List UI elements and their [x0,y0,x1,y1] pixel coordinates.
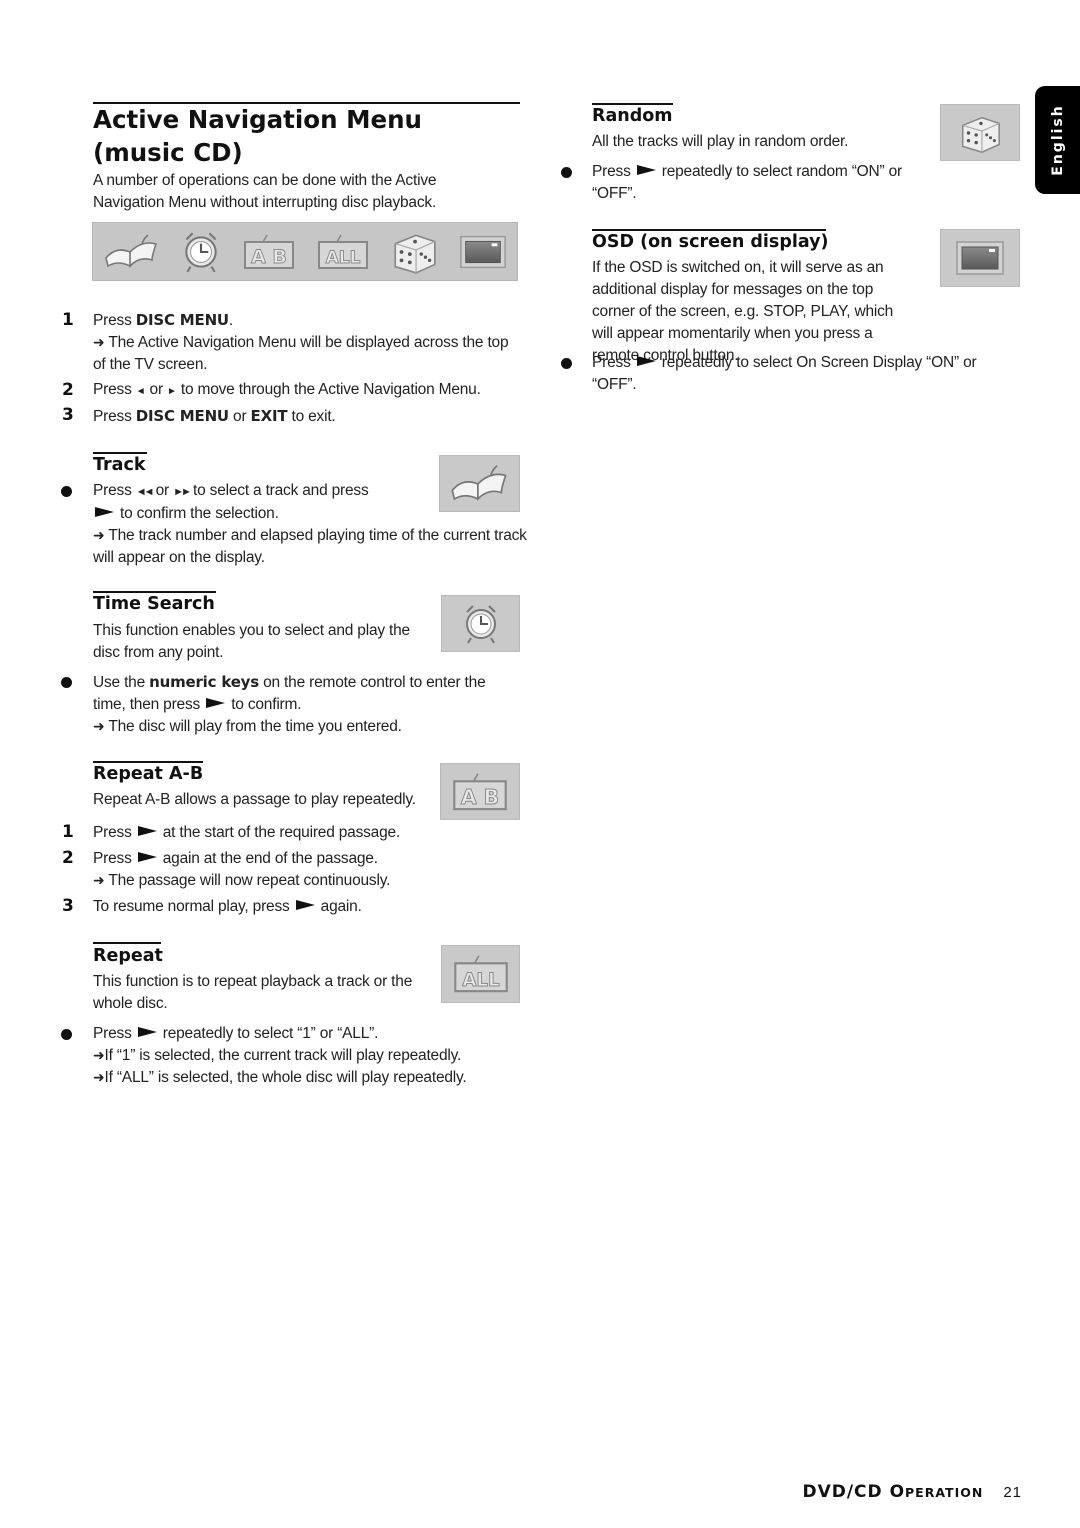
random-instruction: Press repeatedly to select random “ON” o… [592,163,902,202]
left-key-icon: ◄ [135,386,146,397]
random-icon [957,111,1003,155]
step-number: 1 [62,822,74,842]
page-title: Active Navigation Menu (music CD) [93,105,422,167]
arrow-icon: ➜ [93,1048,105,1064]
bullet-icon [61,677,72,688]
page-number: 21 [1003,1484,1022,1501]
section-title-repeat-ab: Repeat A-B [93,764,204,784]
repeat-ab-description: Repeat A-B allows a passage to play repe… [93,791,416,808]
step-number: 2 [62,848,74,868]
repeat-ab-icon[interactable] [241,231,297,273]
random-icon-box [940,104,1020,161]
repeat-all-icon-box [441,945,520,1003]
repeat-instruction: Press repeatedly to select “1” or “ALL”.… [93,1025,467,1086]
step-number: 2 [62,380,74,400]
section-title-osd: OSD (on screen display) [592,232,829,252]
page-footer: DVD/CD OPERATION 21 [802,1482,1022,1502]
random-description: All the tracks will play in random order… [592,133,849,150]
section-title-random: Random [592,106,673,126]
intro-description: A number of operations can be done with … [93,172,437,211]
arrow-icon: ➜ [93,719,105,735]
section-title-repeat: Repeat [93,946,163,966]
step-number: 3 [62,896,74,916]
play-icon [95,507,114,517]
play-icon [636,356,656,366]
arrow-icon: ➜ [93,528,105,544]
arrow-icon: ➜ [93,873,105,889]
intro-step-3: Press DISC MENU or EXIT to exit. [93,407,336,425]
intro-step-1: Press DISC MENU. ➜ The Active Navigation… [93,311,509,373]
section-title-track: Track [93,455,146,475]
arrow-icon: ➜ [93,1070,105,1086]
osd-icon[interactable] [458,233,508,271]
time-search-icon[interactable] [180,229,222,275]
repeat-ab-icon [450,770,510,814]
repeat-ab-step-3: To resume normal play, press again. [93,898,362,915]
play-icon [137,826,157,836]
time-search-instruction: Use the numeric keys on the remote contr… [93,673,486,735]
play-icon [636,165,656,175]
play-icon [137,852,157,862]
bullet-icon [561,167,572,178]
step-number: 1 [62,310,74,330]
section-title-time-search: Time Search [93,594,215,614]
intro-step-2: Press ◄ or ► to move through the Active … [93,381,481,398]
time-search-icon [461,601,501,647]
bullet-icon [561,358,572,369]
bullet-icon [61,1029,72,1040]
footer-section-title: DVD/CD OPERATION [802,1482,984,1502]
osd-instruction: Press repeatedly to select On Screen Dis… [592,354,977,393]
time-search-icon-box [441,595,520,652]
repeat-ab-step-1: Press at the start of the required passa… [93,824,401,841]
step-number: 3 [62,405,74,425]
track-icon[interactable] [102,231,162,273]
language-tab: English [1035,86,1080,194]
osd-description: If the OSD is switched on, it will serve… [592,259,894,364]
repeat-ab-step-2: Press again at the end of the passage. ➜… [93,850,391,889]
repeat-ab-icon-box [440,763,520,820]
play-icon [206,698,226,708]
track-instruction: Press ◄◄ or ►► to select a track and pre… [93,482,527,566]
play-icon [295,900,315,910]
time-search-description: This function enables you to select and … [93,622,410,661]
next-key-icon: ►► [173,486,192,498]
repeat-description: This function is to repeat playback a tr… [93,973,413,1012]
bullet-icon [61,486,72,497]
active-navigation-menu-bar [92,222,518,281]
random-icon[interactable] [389,229,439,275]
section-rule [93,942,161,944]
play-icon [137,1027,157,1037]
previous-key-icon: ◄◄ [135,486,155,498]
repeat-all-icon [451,952,511,996]
repeat-all-icon[interactable] [315,231,371,273]
right-key-icon: ► [167,386,177,397]
arrow-icon: ➜ [93,335,105,351]
